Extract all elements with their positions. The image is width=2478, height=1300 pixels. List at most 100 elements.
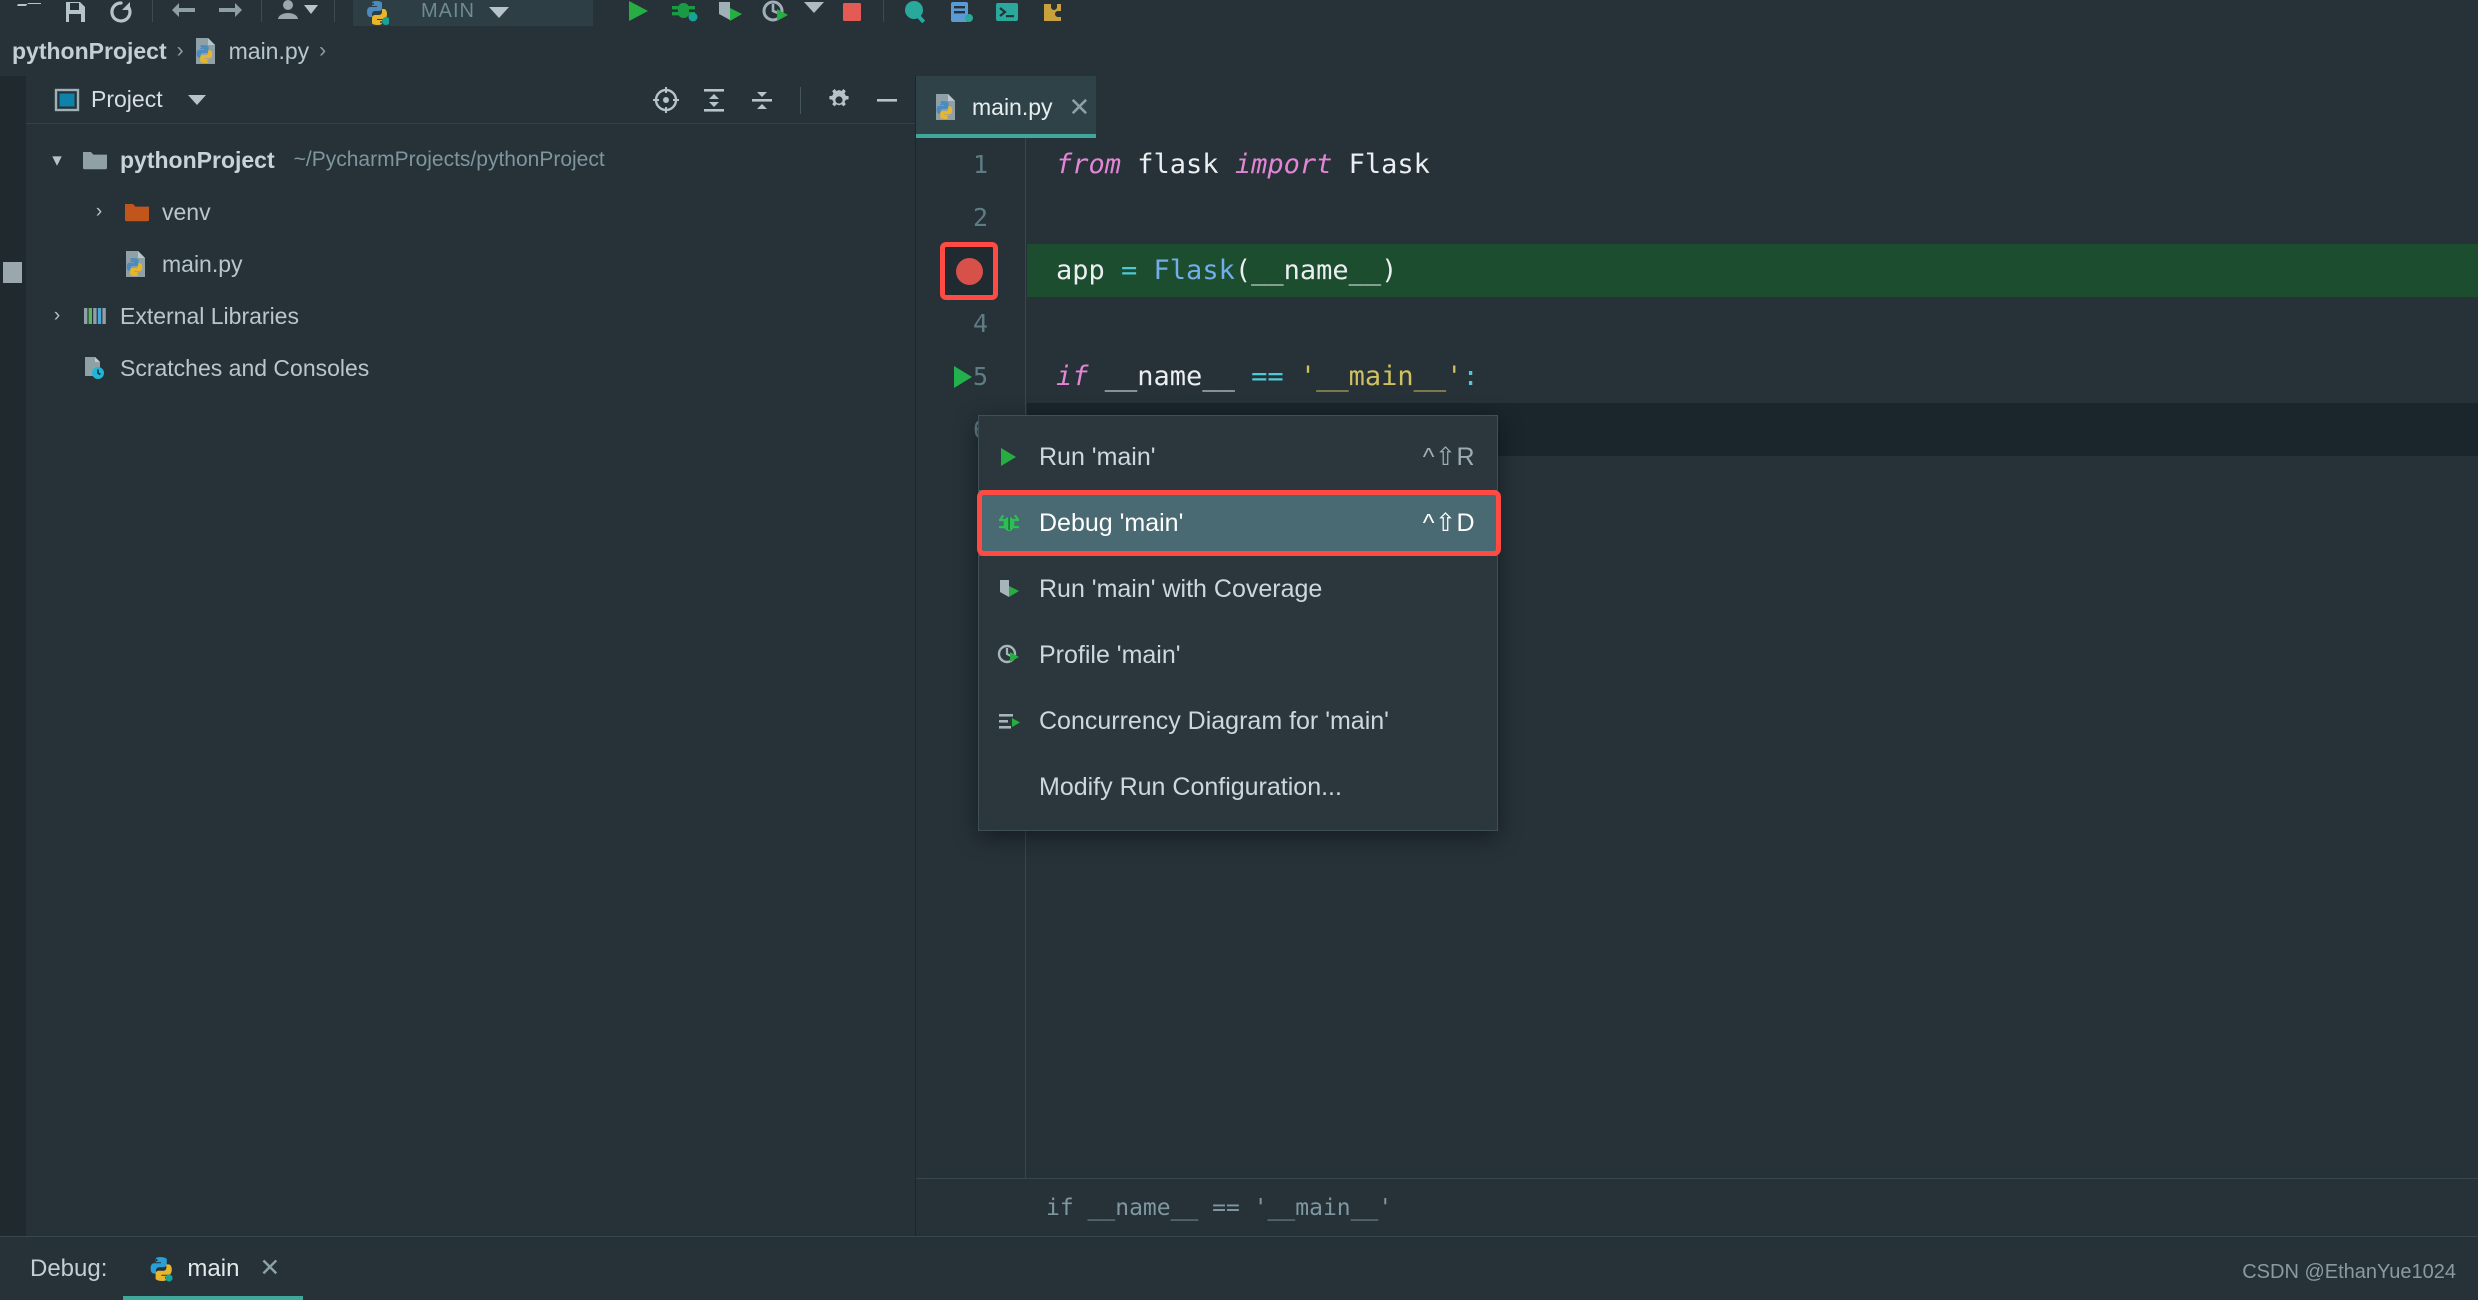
run-configuration-label: MAIN (421, 0, 475, 22)
structure-tool-button[interactable] (3, 262, 22, 283)
python-file-icon (149, 1255, 175, 1283)
run-gutter-arrow-icon[interactable] (954, 366, 972, 388)
close-icon[interactable]: ✕ (1069, 94, 1091, 120)
run-button[interactable] (615, 0, 661, 26)
left-tool-strip: Project (0, 76, 53, 1278)
tree-node-scratches-and-consoles[interactable]: Scratches and Consoles (26, 342, 915, 394)
expand-all-icon[interactable] (700, 86, 728, 114)
project-panel-title-group[interactable]: Project (54, 86, 208, 113)
toolbar-separator-2 (261, 0, 262, 22)
menu-item-profile-main[interactable]: Profile 'main' (979, 622, 1497, 688)
tree-node-external-libraries[interactable]: › External Libraries (26, 290, 915, 342)
menu-item-label: Run 'main' (1039, 442, 1156, 471)
code-line: 4 (916, 297, 2478, 350)
concurrency-icon (997, 705, 1039, 737)
project-panel-header: Project (26, 76, 915, 124)
debug-button[interactable] (661, 0, 707, 26)
tree-label-main-py: main.py (162, 250, 243, 277)
panel-settings-icon[interactable] (825, 86, 853, 114)
debug-bar-label: Debug: (30, 1254, 108, 1282)
code-line: 1 from flask import Flask (916, 138, 2478, 191)
line-number: 1 (972, 150, 988, 179)
menu-item-label: Modify Run Configuration... (1039, 772, 1342, 801)
line-number: 2 (972, 203, 988, 232)
tree-node-pythonproject[interactable]: ▾ pythonProject ~/PycharmProjects/python… (26, 134, 915, 186)
pycharm-window: MAIN pythonProject › main.py › Project ▾… (0, 0, 2478, 1300)
run-configuration-selector[interactable]: MAIN (353, 0, 593, 26)
tree-twisty-collapsed[interactable]: › (44, 303, 70, 329)
plugins-icon[interactable] (1030, 0, 1076, 26)
menu-item-label: Run 'main' with Coverage (1039, 574, 1323, 603)
breadcrumb-separator-end: › (319, 39, 327, 62)
tree-node-venv[interactable]: › venv (26, 186, 915, 238)
editor-tab-main-py[interactable]: main.py ✕ (916, 76, 1096, 138)
debug-session-tab-main[interactable]: main ✕ (123, 1237, 304, 1300)
git-commit-icon[interactable] (938, 0, 984, 26)
python-file-icon (365, 0, 389, 26)
redo-icon[interactable] (207, 0, 253, 26)
debug-bug-icon (997, 507, 1039, 539)
panel-toolbar-separator (800, 86, 801, 114)
stop-button[interactable] (829, 0, 875, 26)
scratches-icon (80, 354, 110, 382)
watermark: CSDN @EthanYue1024 (2242, 1261, 2456, 1283)
terminal-icon[interactable] (984, 0, 1030, 26)
code-text: app = Flask(__name__) (1056, 255, 1398, 286)
tree-label-scratches-and-consoles: Scratches and Consoles (120, 354, 370, 381)
run-icon (997, 441, 1039, 473)
project-tree: ▾ pythonProject ~/PycharmProjects/python… (26, 124, 915, 394)
breadcrumb-label-file: main.py (228, 37, 310, 64)
code-line: 3 app = Flask(__name__) (916, 244, 2478, 297)
menu-item-debug-main[interactable]: Debug 'main' ^⇧D (977, 490, 1501, 556)
menu-item-label: Profile 'main' (1039, 640, 1181, 669)
breadcrumb: pythonProject › main.py › (0, 26, 2478, 76)
project-panel-toolbar (652, 76, 901, 124)
debug-session-active-underline (123, 1295, 304, 1300)
reload-from-disk-icon[interactable] (98, 0, 144, 26)
run-with-coverage-button[interactable] (707, 0, 753, 26)
menu-item-shortcut: ^⇧D (1422, 509, 1475, 537)
profile-clock-icon (997, 639, 1039, 671)
hide-panel-icon[interactable] (873, 86, 901, 114)
breakpoint-marker[interactable] (940, 242, 998, 300)
tree-label-pythonproject: pythonProject (120, 146, 275, 173)
collapse-all-icon[interactable] (748, 86, 776, 114)
undo-icon[interactable] (161, 0, 207, 26)
no-icon (997, 771, 1039, 803)
tree-label-external-libraries: External Libraries (120, 302, 299, 329)
folder-excluded-icon (122, 198, 152, 226)
tree-twisty-expanded[interactable]: ▾ (44, 147, 70, 173)
save-all-icon[interactable] (52, 0, 98, 26)
debug-tool-window-bar: Debug: main ✕ CSDN @EthanYue1024 (0, 1236, 2478, 1300)
editor-tab-strip: main.py ✕ (916, 76, 2478, 138)
line-number: 5 (972, 362, 988, 391)
project-view-icon (54, 88, 80, 111)
code-text: from flask import Flask (1056, 149, 1430, 180)
breadcrumb-item-file[interactable]: main.py (194, 37, 310, 65)
menu-item-run-main-with-coverage[interactable]: Run 'main' with Coverage (979, 556, 1497, 622)
menu-item-modify-run-configuration[interactable]: Modify Run Configuration... (979, 754, 1497, 820)
chevron-down-icon[interactable] (487, 4, 511, 20)
open-folder-icon[interactable] (6, 0, 52, 26)
search-everywhere-icon[interactable] (892, 0, 938, 26)
select-opened-file-icon[interactable] (652, 86, 680, 114)
menu-item-label: Debug 'main' (1039, 508, 1184, 537)
tree-twisty-none (86, 251, 112, 277)
close-icon[interactable]: ✕ (259, 1256, 280, 1281)
menu-item-concurrency-diagram[interactable]: Concurrency Diagram for 'main' (979, 688, 1497, 754)
chevron-down-icon[interactable] (186, 93, 208, 107)
run-context-menu: Run 'main' ^⇧R Debug 'main' ^⇧D Run 'mai… (977, 415, 1501, 831)
tree-node-main-py[interactable]: main.py (26, 238, 915, 290)
profile-dropdown-icon[interactable] (270, 0, 326, 26)
tree-twisty-none (44, 355, 70, 381)
coverage-icon (997, 573, 1039, 605)
menu-item-run-main[interactable]: Run 'main' ^⇧R (979, 424, 1497, 490)
more-run-options-icon[interactable] (799, 0, 829, 26)
main-toolbar: MAIN (0, 0, 2478, 26)
editor-status-breadcrumb: if __name__ == '__main__' (916, 1178, 2478, 1236)
python-file-icon (194, 37, 220, 65)
profile-button[interactable] (753, 0, 799, 26)
tree-twisty-collapsed[interactable]: › (86, 199, 112, 225)
